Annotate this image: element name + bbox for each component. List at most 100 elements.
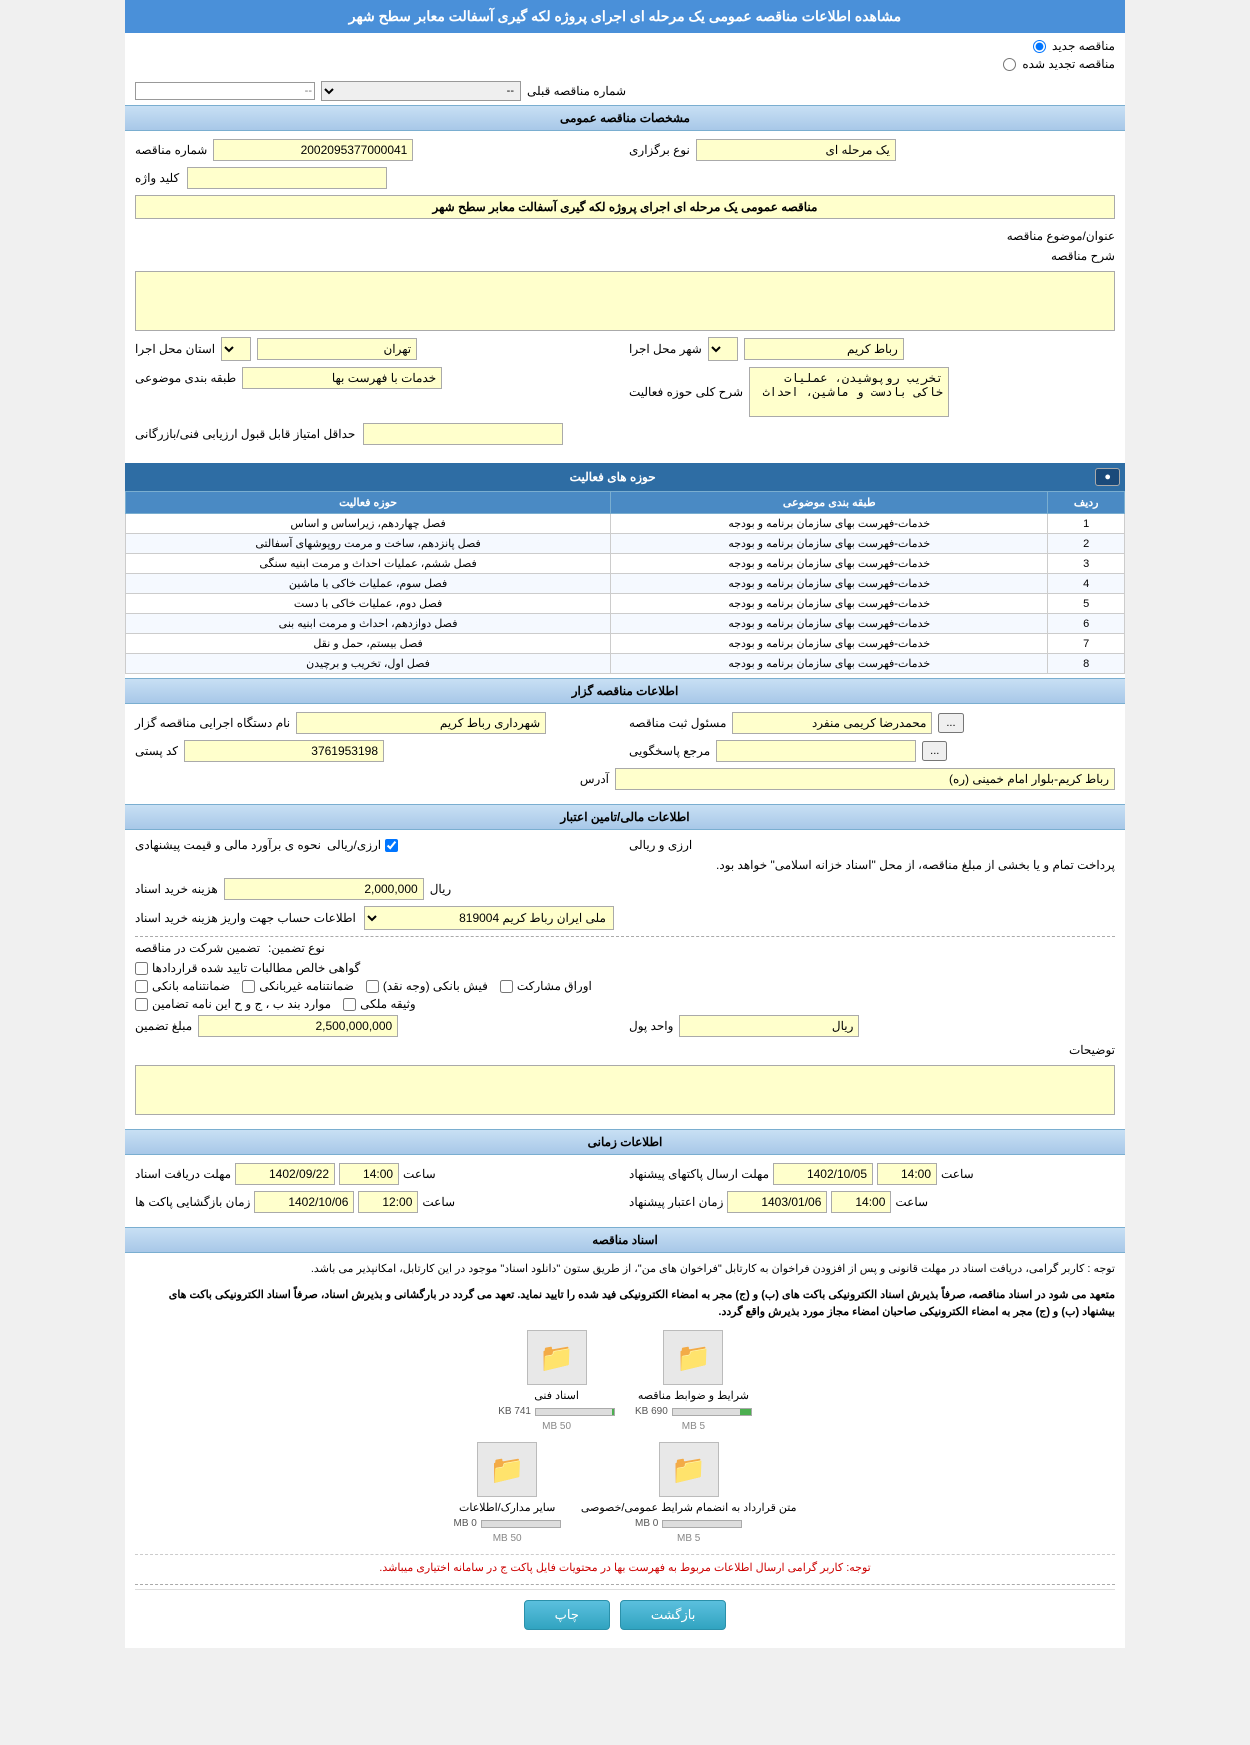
zaman-baz-label: زمان بازگشایی پاکت ها [135,1195,250,1209]
mohlat-daryaft-time-input[interactable] [339,1163,399,1185]
doc-size-gharardad: 0 MB [635,1518,658,1529]
doc-size-sayer: 0 MB [454,1518,477,1529]
mablagh-input[interactable] [198,1015,398,1037]
sharh-hoze-input: تخریب روپوشیدن، عملیات خاکی بادست و ماشی… [749,367,949,417]
activity-title: حوزه های فعالیت [570,470,656,484]
marjae-btn[interactable]: ... [922,741,947,761]
doc-folder-icon-fanni[interactable]: 📁 [527,1330,587,1385]
tozihat-textarea[interactable] [135,1065,1115,1115]
zaman-baz-time-label: ساعت [422,1195,455,1209]
doc-progress-fanni [535,1408,615,1416]
nahve-checkbox: ارزی/ریالی [327,838,398,852]
row-tabaghe: خدمات-فهرست بهای سازمان برنامه و بودجه [611,514,1048,534]
doc-progress-sayer [481,1520,561,1528]
vathiqe-checkbox[interactable] [343,998,356,1011]
ostan-label: استان محل اجرا [135,342,215,356]
radio-new-label: مناقصه جدید [1052,39,1115,53]
shahr-select[interactable]: ▼ [708,337,738,361]
zaman-etebar-date-input[interactable] [727,1191,827,1213]
executor-section-header: اطلاعات مناقصه گزار [125,678,1125,704]
radio-new[interactable] [1033,40,1046,53]
page-title: مشاهده اطلاعات مناقصه عمومی یک مرحله ای … [125,0,1125,33]
table-row: 1 خدمات-فهرست بهای سازمان برنامه و بودجه… [126,514,1125,534]
row-hoze: فصل دوازدهم، احداث و مرمت ابنیه بنی [126,614,611,634]
notice2: متعهد می شود در اسناد مناقصه، صرفاً بذیر… [135,1287,1115,1322]
zaman-etebar-time-input[interactable] [831,1191,891,1213]
activity-add-btn[interactable]: ● [1095,468,1120,486]
nahve-checkbox-input[interactable] [385,839,398,852]
kelid-vazhe-label: کلید واژه [135,171,179,185]
doc-item-fanni: 📁 اسناد فنی 741 KB 50 MB [498,1330,615,1432]
row-hoze: فصل پانزدهم، ساخت و مرمت روپوشهای آسفالت… [126,534,611,554]
mohamanat-bank-checkbox[interactable] [135,980,148,993]
bank-info-label: اطلاعات حساب جهت واریز هزینه خرید اسناد [135,911,356,925]
notice1: توجه : کاربر گرامی، دریافت اسناد در مهلت… [135,1261,1115,1279]
vathiqe-label: وثیقه ملکی [360,997,416,1011]
zaman-etebar-label: زمان اعتبار پیشنهاد [629,1195,723,1209]
marjae-input[interactable] [716,740,916,762]
mohlat-daryaft-time-label: ساعت [403,1167,436,1181]
doc-folder-icon-sharh[interactable]: 📁 [663,1330,723,1385]
prev-mofaghe-input[interactable] [135,82,315,100]
masool-btn[interactable]: ... [938,713,963,733]
mohlat-ersal-time-input[interactable] [877,1163,937,1185]
mavarid-checkbox[interactable] [135,998,148,1011]
prev-mofaghe-label: شماره مناقصه قبلی [527,84,626,98]
mohamanat-ghir-checkbox[interactable] [242,980,255,993]
doc-label-sayer: سایر مدارک/اطلاعات [459,1501,555,1514]
ostan-input [257,338,417,360]
ostan-select[interactable]: ▼ [221,337,251,361]
activity-table: ردیف طبقه بندی موضوعی حوزه فعالیت 1 خدما… [125,491,1125,674]
mohlat-daryaft-label: مهلت دریافت اسناد [135,1167,231,1181]
onvan-value: مناقصه عمومی یک مرحله ای اجرای پروژه لکه… [135,195,1115,219]
doc-folder-icon-gharardad[interactable]: 📁 [659,1442,719,1497]
kod-posti-input [184,740,384,762]
marjae-label: مرجع پاسخگویی [629,744,710,758]
back-button[interactable]: بازگشت [620,1600,726,1630]
print-button[interactable]: چاپ [524,1600,610,1630]
zaman-baz-time-input[interactable] [358,1191,418,1213]
hazeyne-input[interactable] [224,878,424,900]
hazeyne-unit: ریال [430,882,452,896]
tabaghe-input [242,367,442,389]
table-row: 7 خدمات-فهرست بهای سازمان برنامه و بودجه… [126,634,1125,654]
table-row: 3 خدمات-فهرست بهای سازمان برنامه و بودجه… [126,554,1125,574]
doc-item-sayer: 📁 سایر مدارک/اطلاعات 0 MB 50 MB [454,1442,561,1544]
mohlat-ersal-date-input[interactable] [773,1163,873,1185]
table-row: 2 خدمات-فهرست بهای سازمان برنامه و بودجه… [126,534,1125,554]
doc-max-fanni: 50 MB [542,1421,571,1432]
zaman-baz-date-input[interactable] [254,1191,354,1213]
mohamanat-ghir-label: ضمانتنامه غیربانکی [259,979,354,993]
bank-select[interactable]: ملی ایران رباط کریم 819004 [364,906,614,930]
mohlat-ersal-label: مهلت ارسال پاکتهای پیشنهاد [629,1167,769,1181]
mavarid-label: موارد بند ب ، ج و ح این نامه تضامین [152,997,331,1011]
mohlat-daryaft-date-input[interactable] [235,1163,335,1185]
doc-item-gharardad: 📁 متن قرارداد به انضمام شرایط عمومی/خصوص… [581,1442,797,1544]
doc-max-sayer: 50 MB [493,1533,522,1544]
table-row: 4 خدمات-فهرست بهای سازمان برنامه و بودجه… [126,574,1125,594]
doc-label-sharh: شرایط و ضوابط مناقصه [638,1389,749,1402]
row-num: 8 [1048,654,1125,674]
row-hoze: فصل اول، تخریب و برچیدن [126,654,611,674]
kelid-vazhe-input[interactable] [187,167,387,189]
sharh-textarea[interactable] [135,271,1115,331]
kod-posti-label: کد پستی [135,744,178,758]
timing-section-header: اطلاعات زمانی [125,1129,1125,1155]
avarag-checkbox[interactable] [500,980,513,993]
row-tabaghe: خدمات-فهرست بهای سازمان برنامه و بودجه [611,574,1048,594]
address-input [615,768,1115,790]
row-num: 3 [1048,554,1125,574]
radio-renewed[interactable] [1003,58,1016,71]
doc-folder-icon-sayer[interactable]: 📁 [477,1442,537,1497]
table-row: 5 خدمات-فهرست بهای سازمان برنامه و بودجه… [126,594,1125,614]
mohlat-ersal-time-label: ساعت [941,1167,974,1181]
doc-size-fanni: 741 KB [498,1406,531,1417]
vahed-input [679,1015,859,1037]
fiche-checkbox[interactable] [366,980,379,993]
table-row: 8 خدمات-فهرست بهای سازمان برنامه و بودجه… [126,654,1125,674]
prev-mofaghe-select[interactable]: -- [321,81,521,101]
govahi-checkbox[interactable] [135,962,148,975]
hadaghal-input[interactable] [363,423,563,445]
row-num: 1 [1048,514,1125,534]
nooe-tazmin-label: نوع تضمین: [268,941,325,955]
